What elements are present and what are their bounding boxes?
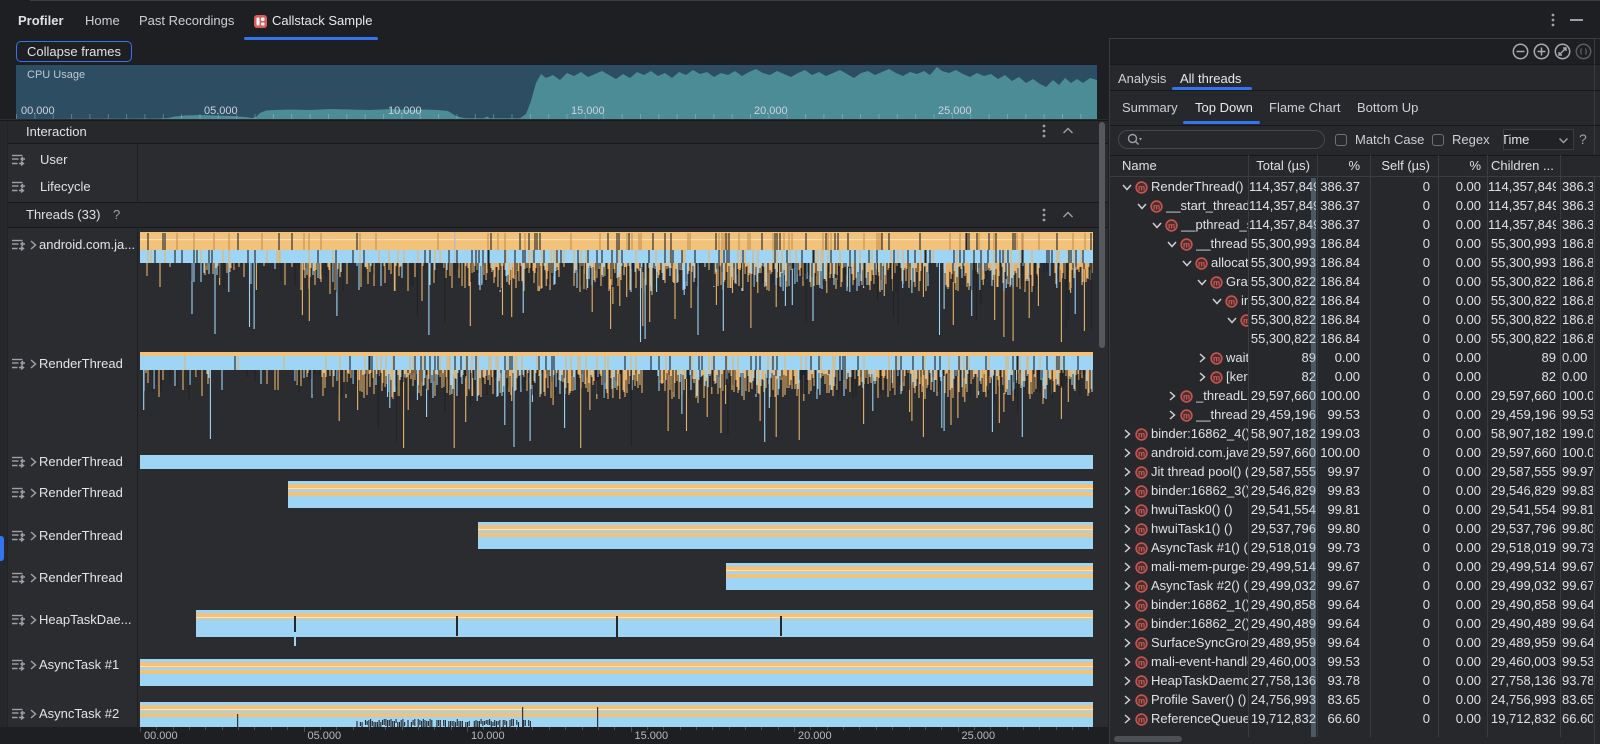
svg-text:m: m xyxy=(1183,392,1190,401)
svg-text:m: m xyxy=(1213,278,1220,287)
svg-text:m: m xyxy=(1138,563,1145,572)
svg-text:m: m xyxy=(1168,221,1175,230)
svg-text:m: m xyxy=(1183,240,1190,249)
svg-text:m: m xyxy=(1243,316,1248,325)
svg-text:m: m xyxy=(1138,677,1145,686)
svg-text:m: m xyxy=(1183,411,1190,420)
svg-text:m: m xyxy=(1138,601,1145,610)
svg-text:m: m xyxy=(1228,297,1235,306)
svg-text:m: m xyxy=(1138,658,1145,667)
svg-text:m: m xyxy=(1138,506,1145,515)
svg-text:m: m xyxy=(1138,468,1145,477)
svg-text:m: m xyxy=(1138,696,1145,705)
svg-text:m: m xyxy=(1138,544,1145,553)
svg-text:m: m xyxy=(1138,582,1145,591)
svg-text:m: m xyxy=(1213,354,1220,363)
svg-text:m: m xyxy=(1198,259,1205,268)
svg-text:m: m xyxy=(1138,183,1145,192)
svg-text:m: m xyxy=(1138,449,1145,458)
svg-text:m: m xyxy=(1153,202,1160,211)
svg-text:m: m xyxy=(1213,373,1220,382)
svg-text:m: m xyxy=(1138,487,1145,496)
svg-text:m: m xyxy=(1138,639,1145,648)
svg-text:m: m xyxy=(1138,430,1145,439)
svg-text:m: m xyxy=(1138,525,1145,534)
svg-text:m: m xyxy=(1138,620,1145,629)
svg-text:m: m xyxy=(1138,715,1145,724)
